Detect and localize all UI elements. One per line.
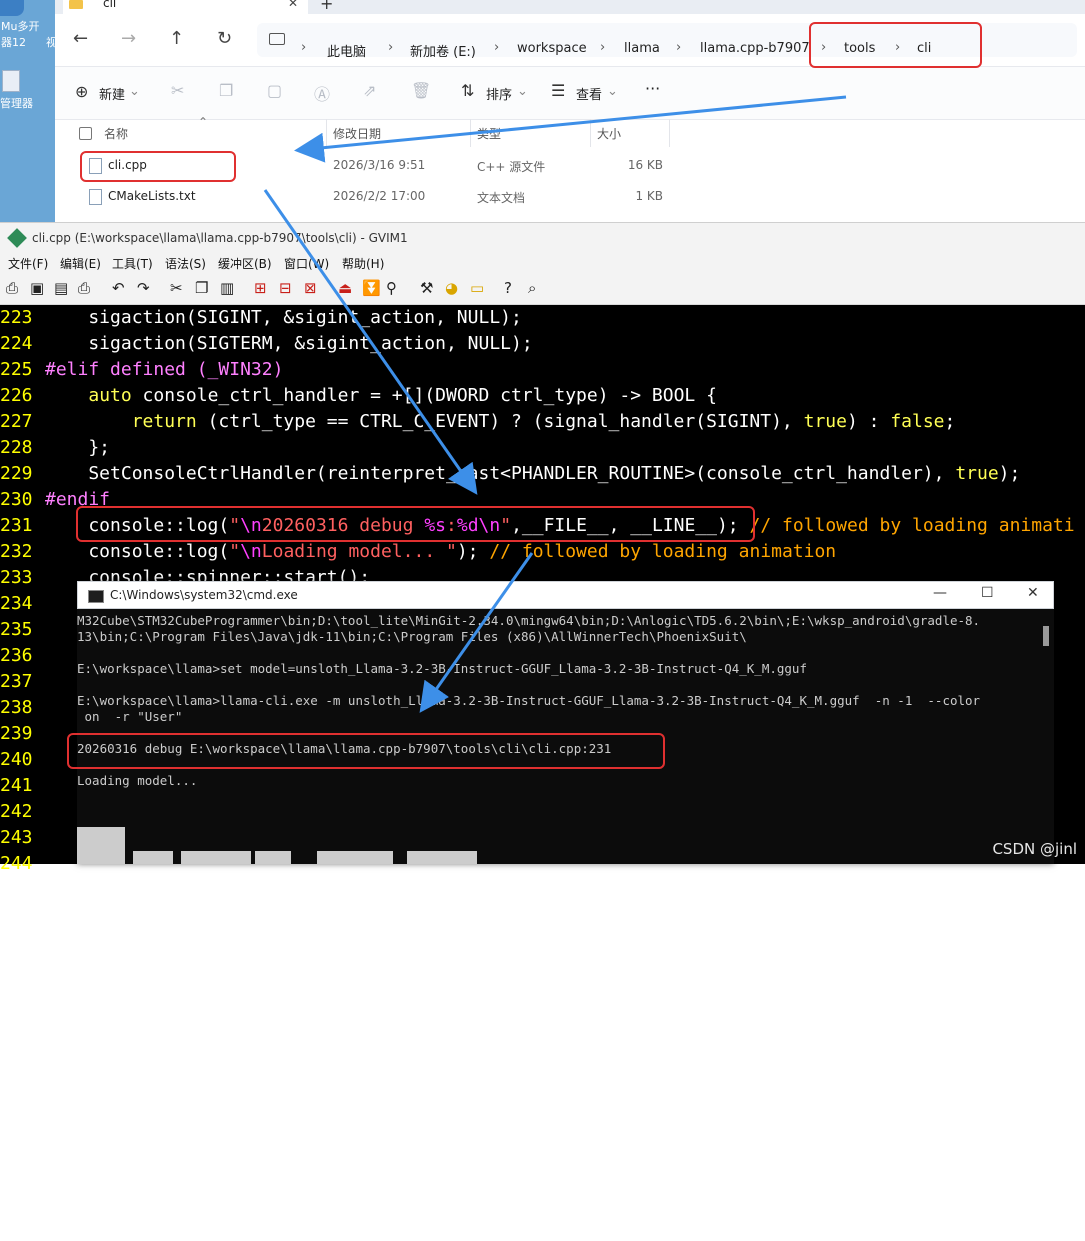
watermark: CSDN @jinl (992, 840, 1077, 858)
arrow-to-cli-cpp (294, 95, 847, 163)
annotation-arrows (263, 95, 847, 713)
arrow-to-log-line (263, 189, 478, 495)
arrow-to-output (419, 552, 534, 713)
